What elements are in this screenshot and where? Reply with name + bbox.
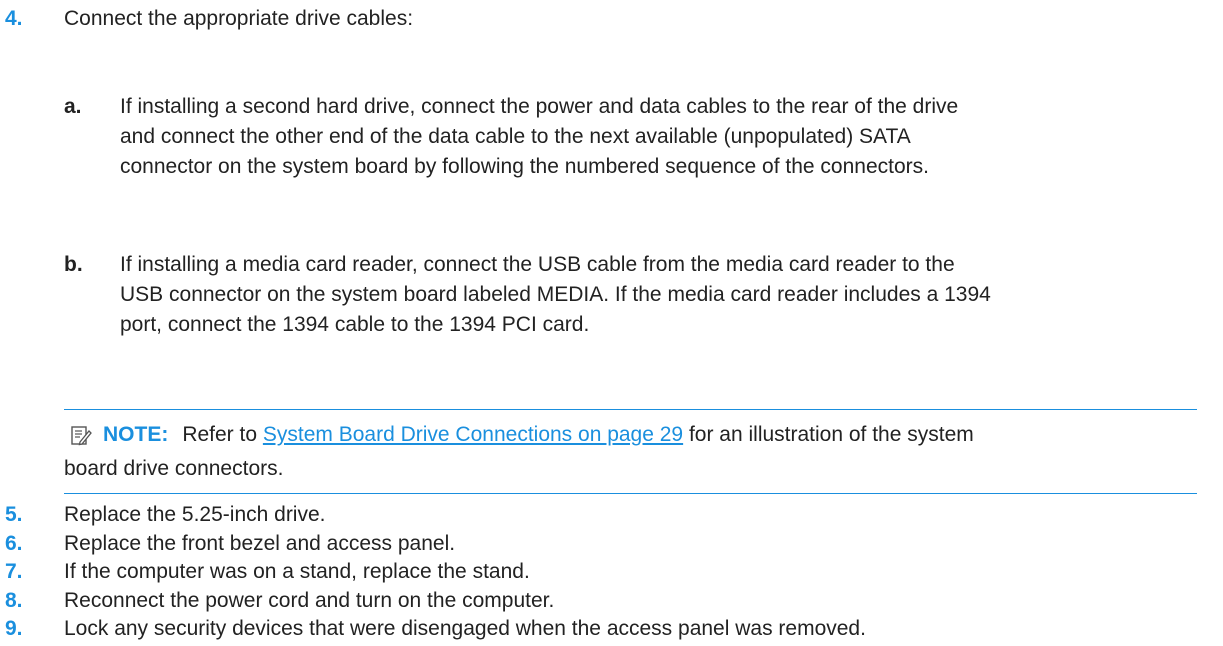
substep-line: If installing a second hard drive, conne… (120, 95, 959, 118)
page-link[interactable]: System Board Drive Connections on page 2… (263, 423, 683, 446)
substep-text: If installing a second hard drive, conne… (120, 92, 1195, 182)
substep-line: USB connector on the system board labele… (120, 283, 991, 306)
substep-line: port, connect the 1394 cable to the 1394… (120, 313, 590, 336)
step-5: 5. Replace the 5.25-inch drive. (0, 500, 1223, 530)
step-number: 9. (5, 617, 23, 640)
substep-line: and connect the other end of the data ca… (120, 125, 911, 148)
step-text: Replace the front bezel and access panel… (64, 531, 456, 555)
document-page: 4. Connect the appropriate drive cables:… (0, 0, 1223, 646)
step-number: 8. (5, 588, 23, 612)
step-text: Lock any security devices that were dise… (64, 617, 866, 640)
substep-a: a. If installing a second hard drive, co… (0, 92, 1223, 188)
note-box: NOTE: Refer to System Board Drive Connect… (64, 409, 1197, 494)
step-text: Reconnect the power cord and turn on the… (64, 588, 555, 612)
step-text: Replace the 5.25-inch drive. (64, 503, 326, 526)
note-icon (71, 426, 92, 446)
substep-text: If installing a media card reader, conne… (120, 250, 1195, 340)
substep-line: If installing a media card reader, conne… (120, 253, 955, 276)
step-text: If the computer was on a stand, replace … (64, 560, 530, 583)
step-4: 4. Connect the appropriate drive cables: (0, 4, 1223, 34)
step-7: 7. If the computer was on a stand, repla… (0, 557, 1223, 587)
step-9: 9. Lock any security devices that were d… (0, 614, 1223, 644)
step-6: 6. Replace the front bezel and access pa… (0, 529, 1223, 559)
substep-b: b. If installing a media card reader, co… (0, 250, 1223, 346)
note-suffix: for an illustration of the system (683, 423, 974, 446)
note-text-continued: board drive connectors. (64, 457, 284, 480)
substep-letter: b. (64, 253, 83, 276)
note-text: NOTE: Refer to System Board Drive Connect… (103, 420, 974, 450)
step-number: 6. (5, 531, 23, 555)
substep-letter: a. (64, 95, 82, 118)
note-label: NOTE: (103, 423, 169, 446)
substep-line: connector on the system board by followi… (120, 155, 929, 178)
step-number: 7. (5, 560, 23, 583)
note-prefix: Refer to (182, 423, 263, 446)
step-number: 5. (5, 503, 23, 526)
step-8: 8. Reconnect the power cord and turn on … (0, 586, 1223, 616)
step-text: Connect the appropriate drive cables: (64, 7, 414, 30)
step-number: 4. (5, 7, 23, 30)
